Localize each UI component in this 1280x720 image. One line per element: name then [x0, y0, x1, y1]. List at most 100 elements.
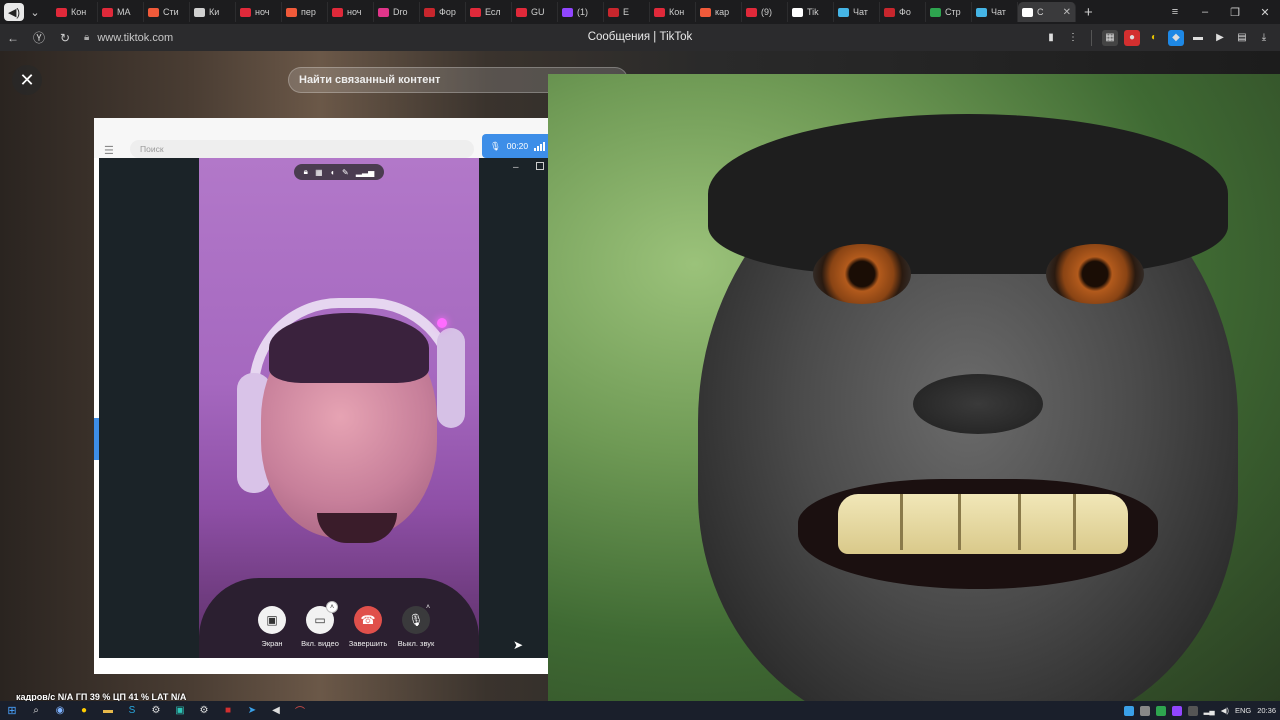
vpn-icon[interactable]: ◐ — [1146, 30, 1162, 46]
chevron-up-icon[interactable]: ˄ — [422, 601, 434, 613]
tray-app-icon[interactable] — [1139, 705, 1150, 716]
skype-icon[interactable]: S — [120, 701, 144, 720]
minimize-button[interactable]: – — [1190, 6, 1220, 18]
app-icon[interactable]: ▣ — [168, 701, 192, 720]
tab-label: GU — [531, 7, 545, 17]
end-call-icon[interactable]: ☎ — [354, 606, 382, 634]
language-indicator[interactable]: ENG — [1235, 706, 1251, 715]
recorder-icon[interactable]: ⌒ — [288, 701, 312, 720]
tab[interactable]: Сти — [144, 2, 190, 22]
active-call-pill[interactable]: 🎙︎ 00:20 — [482, 134, 548, 158]
headset-light — [437, 318, 447, 328]
new-tab-button[interactable]: + — [1084, 4, 1093, 21]
telegram-icon[interactable]: ➤ — [240, 701, 264, 720]
tab[interactable]: ноч — [328, 2, 374, 22]
play-icon[interactable]: ▶ — [1212, 30, 1228, 46]
tab-favicon-icon — [424, 7, 435, 17]
download-icon[interactable]: ⤓ — [1256, 30, 1272, 46]
shield-icon[interactable]: ◆ — [1168, 29, 1184, 46]
network-icon[interactable]: ▂▄ — [1204, 706, 1215, 715]
menu-icon[interactable]: ☰ — [104, 144, 114, 157]
video-control[interactable]: ▭ ˄ Вкл. видео — [297, 601, 343, 658]
tab[interactable]: кар — [696, 2, 742, 22]
camera-off-icon[interactable]: ▭ ˄ — [306, 601, 338, 634]
tab-active[interactable]: С ✕ — [1018, 2, 1076, 22]
tab[interactable]: Чат — [972, 2, 1018, 22]
maximize-call-button[interactable] — [536, 162, 544, 170]
tab[interactable]: Чат — [834, 2, 880, 22]
yandex-icon[interactable]: Ⓨ — [26, 24, 52, 51]
close-icon[interactable]: ✕ — [12, 65, 42, 95]
chevron-up-icon[interactable]: ˄ — [326, 601, 338, 613]
tooth-gap — [900, 494, 903, 550]
close-tab-icon[interactable]: ✕ — [1063, 7, 1071, 18]
tab[interactable]: Кон — [650, 2, 696, 22]
tab[interactable]: ноч — [236, 2, 282, 22]
microphone-icon[interactable]: 🎙︎ ˄ — [402, 604, 430, 634]
bookmark-icon[interactable]: ▮ — [1043, 30, 1059, 46]
menu-button[interactable]: ≡ — [1160, 6, 1190, 18]
keyboard-icon: ▦ — [315, 167, 323, 177]
back-icon[interactable]: ← — [0, 24, 26, 51]
tab[interactable]: Кон — [52, 2, 98, 22]
collections-icon[interactable]: ▤ — [1234, 30, 1250, 46]
speaker-icon[interactable]: ◀) — [4, 3, 24, 21]
tab[interactable]: (9) — [742, 2, 788, 22]
tray-app-icon[interactable] — [1155, 705, 1166, 716]
restore-button[interactable]: ❐ — [1220, 6, 1250, 19]
steam-icon[interactable]: ⚙ — [144, 701, 168, 720]
tab-favicon-icon — [470, 7, 481, 17]
tab-favicon-icon — [240, 7, 251, 17]
clock[interactable]: 20:36 — [1257, 706, 1276, 715]
tab[interactable]: пер — [282, 2, 328, 22]
extension-icon[interactable]: ▦ — [1102, 29, 1118, 46]
tab[interactable]: Ки — [190, 2, 236, 22]
chevron-down-icon[interactable]: ⌄ — [24, 1, 46, 23]
yandex-browser-icon[interactable]: ● — [72, 701, 96, 720]
tab[interactable]: Есл — [466, 2, 512, 22]
volume-icon[interactable]: ◀) — [1221, 706, 1229, 715]
end-call-control[interactable]: ☎ Завершить — [345, 606, 391, 658]
tab[interactable]: Е — [604, 2, 650, 22]
messenger-window: ☰ Поиск 🎙︎ 00:20 🔒︎ ▦ ◖ ✎ ▂▃▅ – ▣ Экран … — [94, 118, 548, 674]
windows-start-icon[interactable]: ⊞ — [0, 701, 24, 720]
folder-icon[interactable]: ▬ — [96, 701, 120, 720]
screen-share-control[interactable]: ▣ Экран — [249, 606, 295, 658]
tab[interactable]: Фо — [880, 2, 926, 22]
search-icon[interactable]: ⌕ — [24, 701, 48, 720]
tab-favicon-icon — [194, 7, 205, 17]
tab[interactable]: Фор — [420, 2, 466, 22]
tooth-gap — [1073, 494, 1076, 550]
tab[interactable]: Tik — [788, 2, 834, 22]
tab[interactable]: Стр — [926, 2, 972, 22]
tab-favicon-icon — [746, 7, 757, 17]
tab-favicon-icon — [654, 7, 665, 17]
minimize-call-button[interactable]: – — [513, 162, 519, 173]
volume-icon[interactable]: ◀ — [264, 701, 288, 720]
tab-label: пер — [301, 7, 316, 17]
flag-icon[interactable]: ▬ — [1190, 30, 1206, 46]
tab-label: MA — [117, 7, 131, 17]
tray-app-icon[interactable] — [1187, 705, 1198, 716]
lock-icon: 🔒︎ — [84, 32, 90, 43]
more-icon[interactable]: ⋮ — [1065, 30, 1081, 46]
app-red-icon[interactable]: ■ — [216, 701, 240, 720]
tray-app-icon[interactable] — [1171, 705, 1182, 716]
tab-label: Е — [623, 7, 630, 17]
tab[interactable]: MA — [98, 2, 144, 22]
tray-app-icon[interactable] — [1123, 705, 1134, 716]
discord-icon[interactable]: ◉ — [48, 701, 72, 720]
search-input[interactable]: Поиск — [130, 140, 474, 158]
adblock-icon[interactable]: ● — [1124, 29, 1140, 46]
url-field[interactable]: www.tiktok.com — [97, 32, 173, 44]
monkey-nose — [913, 374, 1043, 434]
screen-share-icon[interactable]: ▣ — [258, 606, 286, 634]
tab[interactable]: GU — [512, 2, 558, 22]
tab[interactable]: Dro — [374, 2, 420, 22]
mute-control[interactable]: 🎙︎ ˄ Выкл. звук — [393, 604, 439, 658]
reload-icon[interactable]: ↻ — [52, 24, 78, 51]
tab[interactable]: (1) — [558, 2, 604, 22]
close-window-button[interactable]: ✕ — [1250, 6, 1280, 19]
tab-favicon-icon — [976, 7, 987, 17]
steam-icon[interactable]: ⚙ — [192, 701, 216, 720]
